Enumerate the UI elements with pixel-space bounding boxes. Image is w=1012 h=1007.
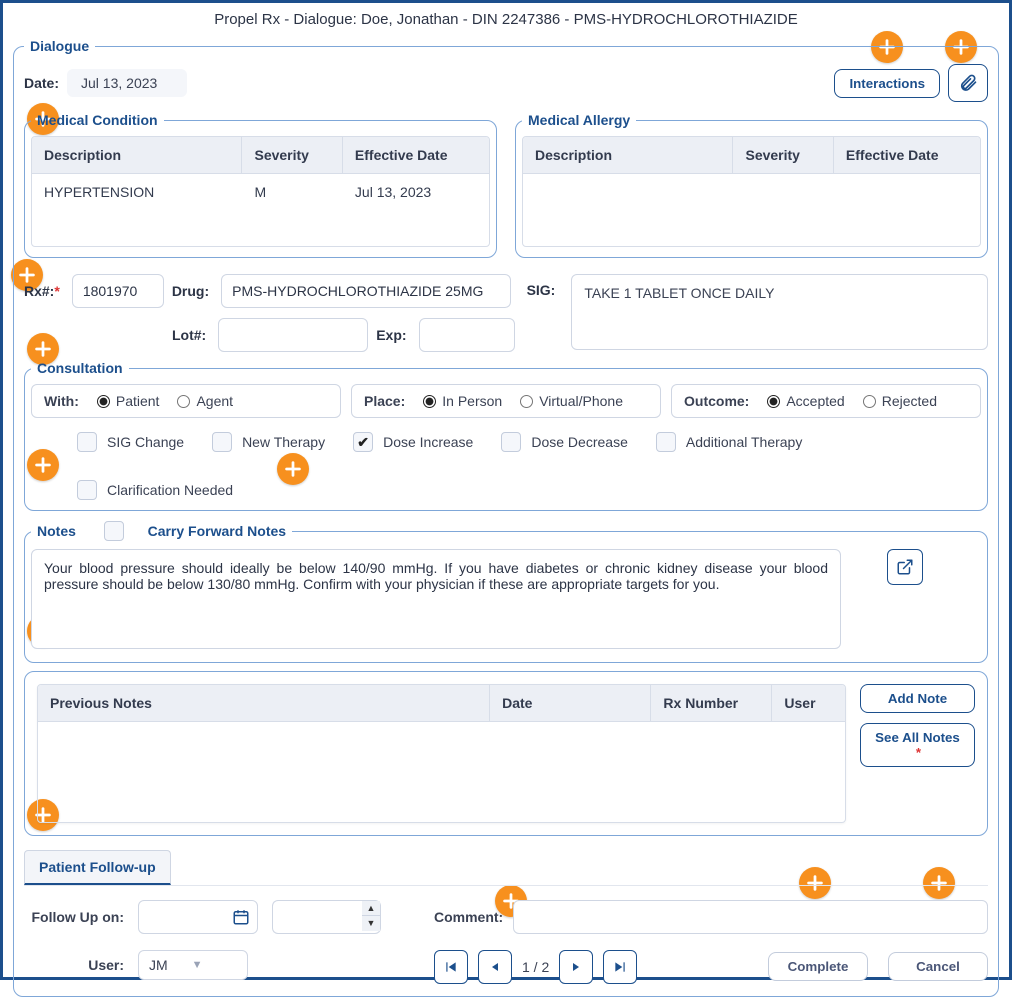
radio-with-patient[interactable]: Patient — [97, 393, 160, 409]
chk-additional-therapy[interactable]: Additional Therapy — [656, 432, 802, 452]
medical-allergy-panel: Medical Allergy Description Severity Eff… — [515, 112, 988, 258]
user-select[interactable]: JM▼ — [138, 950, 248, 980]
lot-label: Lot#: — [172, 327, 206, 343]
followup-date-input[interactable] — [138, 900, 258, 934]
drug-label: Drug: — [172, 283, 209, 299]
table-row[interactable]: HYPERTENSION M Jul 13, 2023 — [32, 174, 489, 211]
user-label: User: — [24, 957, 124, 973]
tab-patient-followup[interactable]: Patient Follow-up — [24, 850, 171, 885]
col-date: Date — [490, 685, 651, 722]
comment-label: Comment: — [434, 909, 503, 925]
rx-number-input[interactable] — [72, 274, 164, 308]
med-cond-legend: Medical Condition — [31, 112, 164, 128]
radio-with-agent[interactable]: Agent — [177, 393, 233, 409]
sig-text[interactable]: TAKE 1 TABLET ONCE DAILY — [571, 274, 988, 350]
pager-text: 1 / 2 — [522, 959, 549, 975]
outcome-group: Outcome: Accepted Rejected — [671, 384, 981, 418]
notes-legend: Notes — [37, 523, 76, 539]
previous-notes-table: Previous Notes Date Rx Number User — [38, 685, 845, 822]
step-up-button[interactable]: ▲ — [362, 901, 380, 916]
notes-panel: Notes Carry Forward Notes — [24, 521, 988, 663]
notes-textarea[interactable] — [31, 549, 841, 649]
chk-clarification[interactable]: Clarification Needed — [77, 480, 233, 500]
dialogue-legend: Dialogue — [24, 38, 95, 54]
pager-next-button[interactable] — [559, 950, 593, 984]
interactions-button[interactable]: Interactions — [834, 69, 940, 98]
col-description: Description — [523, 137, 733, 174]
see-all-notes-button[interactable]: See All Notes * — [860, 723, 975, 767]
exp-label: Exp: — [376, 327, 406, 343]
pager-last-button[interactable] — [603, 950, 637, 984]
pager: 1 / 2 — [434, 950, 637, 984]
medical-allergy-table: Description Severity Effective Date — [523, 137, 980, 246]
radio-outcome-rejected[interactable]: Rejected — [863, 393, 937, 409]
medical-condition-table: Description Severity Effective Date HYPE… — [32, 137, 489, 246]
followup-time-stepper[interactable]: ▲▼ — [272, 900, 381, 934]
cancel-button[interactable]: Cancel — [888, 952, 988, 981]
window-title: Propel Rx - Dialogue: Doe, Jonathan - DI… — [3, 3, 1009, 38]
comment-input[interactable] — [513, 900, 988, 934]
radio-place-virtual[interactable]: Virtual/Phone — [520, 393, 623, 409]
med-allergy-legend: Medical Allergy — [522, 112, 636, 128]
consultation-panel: Consultation With: Patient Agent Place: … — [24, 360, 988, 511]
with-label: With: — [44, 393, 79, 409]
pager-prev-button[interactable] — [478, 950, 512, 984]
lot-input[interactable] — [218, 318, 368, 352]
consultation-legend: Consultation — [31, 360, 129, 376]
col-severity: Severity — [733, 137, 833, 174]
paperclip-icon — [958, 73, 978, 93]
chevron-down-icon: ▼ — [192, 959, 203, 971]
col-effective-date: Effective Date — [342, 137, 488, 174]
chk-carry-forward[interactable] — [104, 521, 124, 541]
col-previous-notes: Previous Notes — [38, 685, 490, 722]
place-group: Place: In Person Virtual/Phone — [351, 384, 661, 418]
expand-notes-button[interactable] — [887, 549, 923, 585]
col-rx-number: Rx Number — [651, 685, 772, 722]
pager-first-button[interactable] — [434, 950, 468, 984]
radio-outcome-accepted[interactable]: Accepted — [767, 393, 844, 409]
previous-notes-panel: Previous Notes Date Rx Number User Add N… — [24, 671, 988, 836]
medical-condition-panel: Medical Condition Description Severity E… — [24, 112, 497, 258]
dialogue-window: Propel Rx - Dialogue: Doe, Jonathan - DI… — [0, 0, 1012, 980]
followup-on-label: Follow Up on: — [24, 909, 124, 925]
chk-sig-change[interactable]: SIG Change — [77, 432, 184, 452]
place-label: Place: — [364, 393, 405, 409]
step-down-button[interactable]: ▼ — [362, 916, 380, 931]
calendar-icon — [232, 908, 250, 926]
col-user: User — [772, 685, 845, 722]
with-group: With: Patient Agent — [31, 384, 341, 418]
external-link-icon — [896, 558, 914, 576]
rx-label: Rx#:* — [24, 283, 60, 299]
col-description: Description — [32, 137, 242, 174]
attachment-button[interactable] — [948, 64, 988, 102]
sig-label: SIG: — [527, 282, 556, 298]
dialogue-panel: Dialogue Date: Jul 13, 2023 Interactions… — [13, 38, 999, 997]
exp-input[interactable] — [419, 318, 515, 352]
chk-dose-increase[interactable]: Dose Increase — [353, 432, 473, 452]
outcome-label: Outcome: — [684, 393, 749, 409]
date-label: Date: — [24, 75, 59, 91]
add-note-button[interactable]: Add Note — [860, 684, 975, 713]
dialogue-date[interactable]: Jul 13, 2023 — [67, 69, 187, 97]
radio-place-inperson[interactable]: In Person — [423, 393, 502, 409]
chk-dose-decrease[interactable]: Dose Decrease — [501, 432, 628, 452]
col-severity: Severity — [242, 137, 342, 174]
col-effective-date: Effective Date — [833, 137, 979, 174]
chk-new-therapy[interactable]: New Therapy — [212, 432, 325, 452]
carry-forward-label[interactable]: Carry Forward Notes — [148, 523, 286, 539]
complete-button[interactable]: Complete — [768, 952, 868, 981]
drug-input[interactable] — [221, 274, 511, 308]
